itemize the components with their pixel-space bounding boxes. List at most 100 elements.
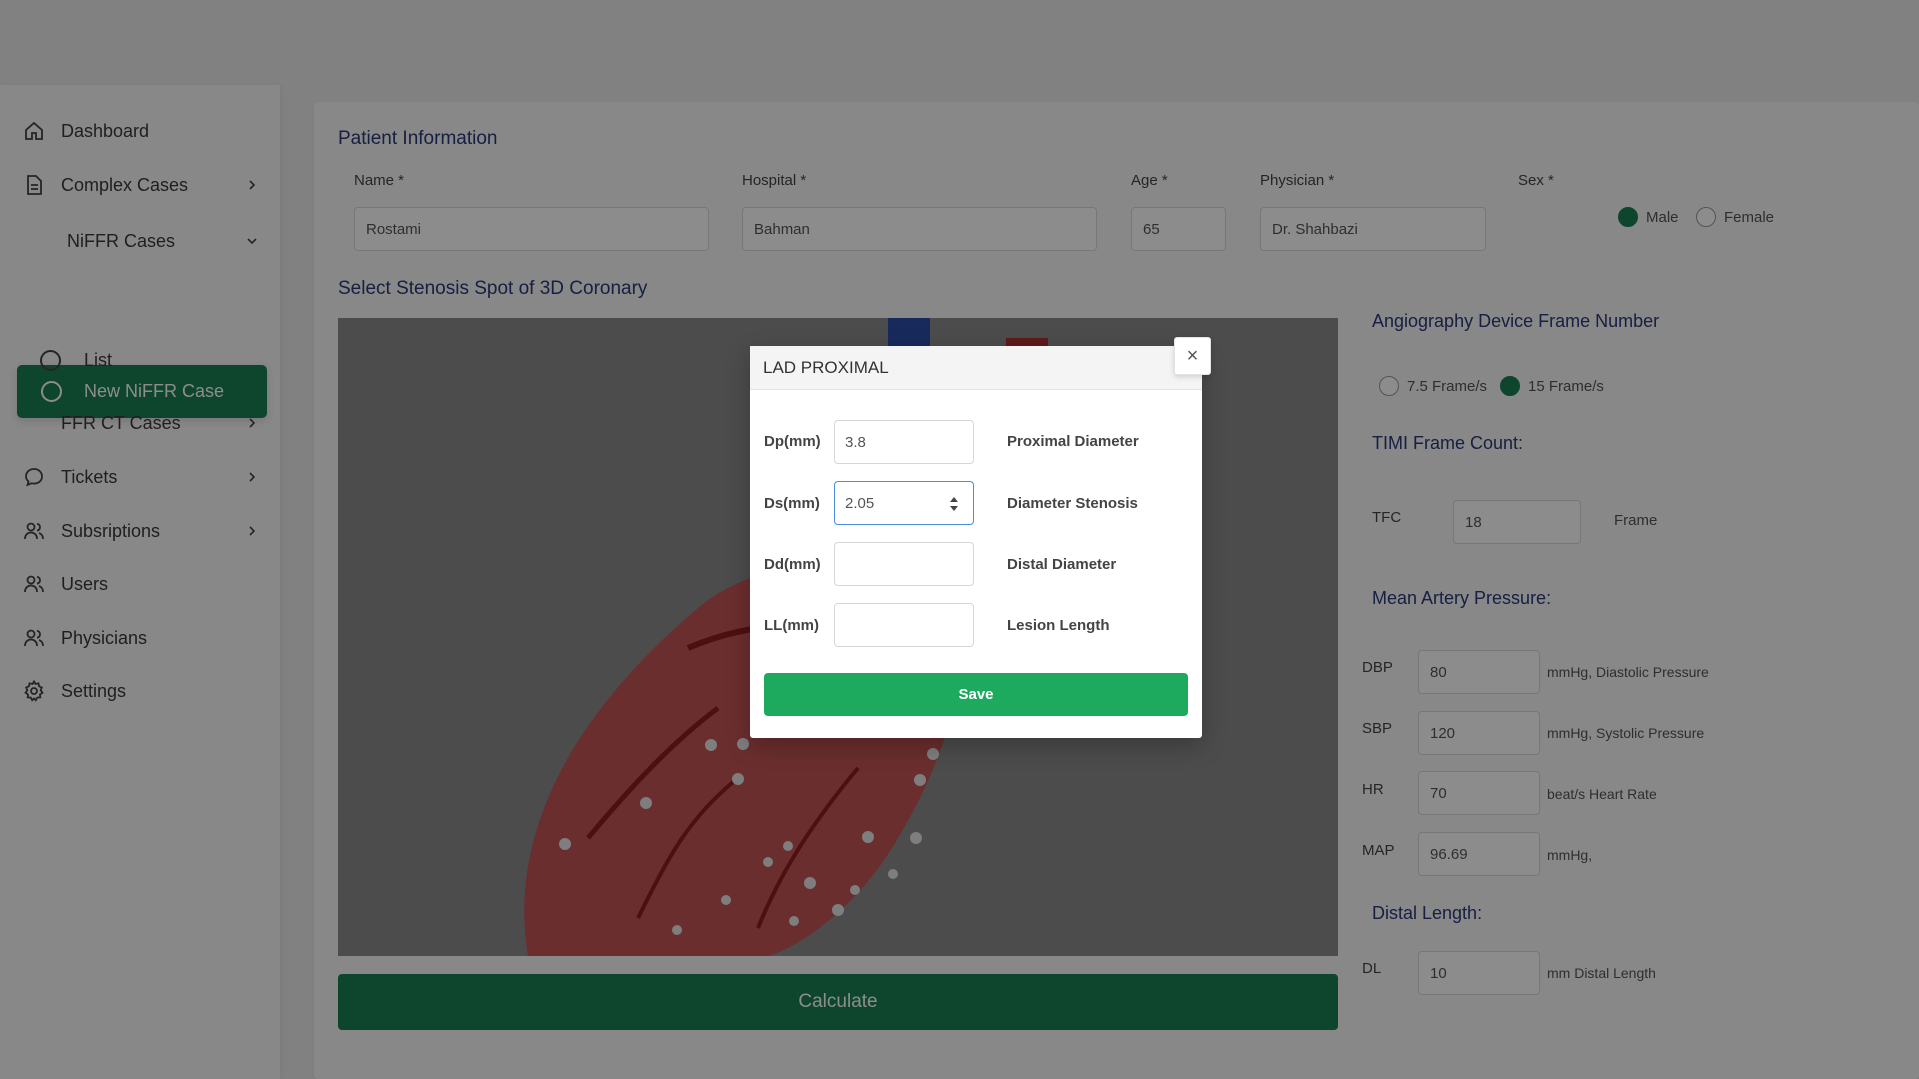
sex-radio-male[interactable]: Male — [1618, 207, 1679, 227]
sidebar-item-users[interactable]: Users — [0, 561, 280, 607]
ll-description: Lesion Length — [1007, 617, 1110, 634]
hr-label: HR — [1362, 781, 1384, 798]
hr-input[interactable] — [1418, 771, 1540, 815]
frame-radio-15[interactable]: 15 Frame/s — [1500, 376, 1604, 396]
hr-unit: beat/s Heart Rate — [1547, 786, 1657, 802]
sex-radio-female[interactable]: Female — [1696, 207, 1774, 227]
home-icon — [25, 121, 43, 140]
ll-input[interactable] — [834, 603, 974, 647]
map-unit: mmHg, — [1547, 847, 1593, 863]
radio-checked[interactable] — [1500, 376, 1520, 396]
age-label: Age * — [1131, 172, 1168, 189]
radio-label: Male — [1646, 208, 1679, 226]
radio-label: Female — [1724, 208, 1775, 226]
sbp-input[interactable] — [1418, 711, 1540, 755]
sidebar-item-label: FFR CT Cases — [61, 412, 181, 433]
radio-label: 7.5 Frame/s — [1407, 377, 1488, 395]
sex-label: Sex * — [1518, 172, 1554, 189]
ds-description: Diameter Stenosis — [1007, 495, 1138, 512]
sidebar-item-label: New NiFFR Case — [84, 381, 225, 401]
dd-input[interactable] — [834, 542, 974, 586]
number-spinner-icon[interactable] — [947, 495, 961, 513]
sidebar-item-label: Subsriptions — [61, 520, 161, 541]
user-icon — [24, 575, 44, 593]
chevron-right-icon — [249, 526, 256, 536]
modal-title: LAD PROXIMAL — [763, 358, 889, 377]
name-input[interactable] — [354, 207, 709, 251]
sidebar-item-label: Physicians — [61, 627, 148, 648]
close-icon: × — [1186, 345, 1199, 367]
sidebar-item-dashboard[interactable]: Dashboard — [0, 108, 280, 154]
hospital-label: Hospital * — [742, 172, 807, 189]
sidebar-item-list[interactable]: List — [0, 337, 280, 383]
dp-label: Dp(mm) — [764, 433, 821, 450]
close-button[interactable]: × — [1174, 337, 1211, 375]
sidebar-item-complex-cases[interactable]: Complex Cases — [0, 162, 280, 208]
dbp-input[interactable] — [1418, 650, 1540, 694]
sidebar-item-label: Settings — [61, 680, 127, 701]
ds-label: Ds(mm) — [764, 495, 820, 512]
sidebar-item-physicians[interactable]: Physicians — [0, 615, 280, 661]
radio-label: 15 Frame/s — [1528, 377, 1604, 395]
map-input[interactable] — [1418, 832, 1540, 876]
distal-title: Distal Length: — [1372, 903, 1483, 923]
sidebar-item-label: Dashboard — [61, 120, 150, 141]
user-icon — [24, 629, 44, 647]
circle-icon — [40, 349, 61, 371]
name-label: Name * — [354, 172, 405, 189]
physician-label: Physician * — [1260, 172, 1335, 189]
patient-info-title: Patient Information — [338, 128, 498, 149]
dbp-label: DBP — [1362, 659, 1393, 676]
map-label: MAP — [1362, 842, 1395, 859]
lesion-modal: LAD PROXIMAL Dp(mm) Proximal Diameter Ds… — [750, 346, 1202, 738]
chevron-right-icon — [249, 418, 256, 428]
hospital-input[interactable] — [742, 207, 1097, 251]
gear-icon — [24, 679, 44, 702]
dl-label: DL — [1362, 960, 1382, 977]
sidebar-item-subscriptions[interactable]: Subsriptions — [0, 508, 280, 554]
calculate-button[interactable]: Calculate — [338, 974, 1338, 1030]
sidebar-item-label: Complex Cases — [61, 174, 189, 195]
sidebar-item-ffr-ct-cases[interactable]: FFR CT Cases — [0, 400, 280, 446]
tfc-input[interactable] — [1453, 500, 1581, 544]
physician-input[interactable] — [1260, 207, 1486, 251]
sidebar-item-label: Tickets — [61, 466, 118, 487]
radio-checked[interactable] — [1618, 207, 1638, 227]
stenosis-title: Select Stenosis Spot of 3D Coronary — [338, 278, 648, 299]
sidebar-item-label: NiFFR Cases — [67, 230, 176, 251]
dp-description: Proximal Diameter — [1007, 433, 1139, 450]
sidebar: Dashboard Complex Cases NiFFR Cases New … — [0, 85, 280, 1079]
sbp-unit: mmHg, Systolic Pressure — [1547, 725, 1705, 741]
document-icon — [27, 175, 42, 195]
radio-unchecked[interactable] — [1696, 207, 1716, 227]
modal-header: LAD PROXIMAL — [750, 346, 1202, 390]
dp-input[interactable] — [834, 420, 974, 464]
timi-title: TIMI Frame Count: — [1372, 433, 1524, 453]
sidebar-item-tickets[interactable]: Tickets — [0, 454, 280, 500]
chevron-down-icon — [247, 238, 257, 245]
sidebar-item-settings[interactable]: Settings — [0, 668, 280, 714]
dl-input[interactable] — [1418, 951, 1540, 995]
dl-unit: mm Distal Length — [1547, 965, 1656, 981]
chevron-right-icon — [249, 472, 256, 482]
dbp-unit: mmHg, Diastolic Pressure — [1547, 664, 1709, 680]
app-root: Dashboard Complex Cases NiFFR Cases New … — [0, 0, 1919, 1079]
sidebar-item-niffr-cases[interactable]: NiFFR Cases — [0, 218, 280, 264]
frame-radio-7-5[interactable]: 7.5 Frame/s — [1379, 376, 1487, 396]
sidebar-item-label: List — [84, 349, 113, 370]
age-input[interactable] — [1131, 207, 1226, 251]
chat-bubble-icon — [25, 468, 43, 487]
frame-number-title: Angiography Device Frame Number — [1372, 311, 1660, 331]
ll-label: LL(mm) — [764, 617, 819, 634]
tfc-label: TFC — [1372, 509, 1402, 526]
users-icon — [24, 522, 44, 540]
dd-description: Distal Diameter — [1007, 556, 1117, 573]
radio-unchecked[interactable] — [1379, 376, 1399, 396]
save-button[interactable]: Save — [764, 673, 1188, 716]
tfc-unit: Frame — [1614, 512, 1658, 529]
dd-label: Dd(mm) — [764, 556, 821, 573]
sbp-label: SBP — [1362, 720, 1393, 737]
pressure-title: Mean Artery Pressure: — [1372, 588, 1552, 608]
sidebar-item-label: Users — [61, 573, 109, 594]
circle-icon — [41, 381, 62, 402]
